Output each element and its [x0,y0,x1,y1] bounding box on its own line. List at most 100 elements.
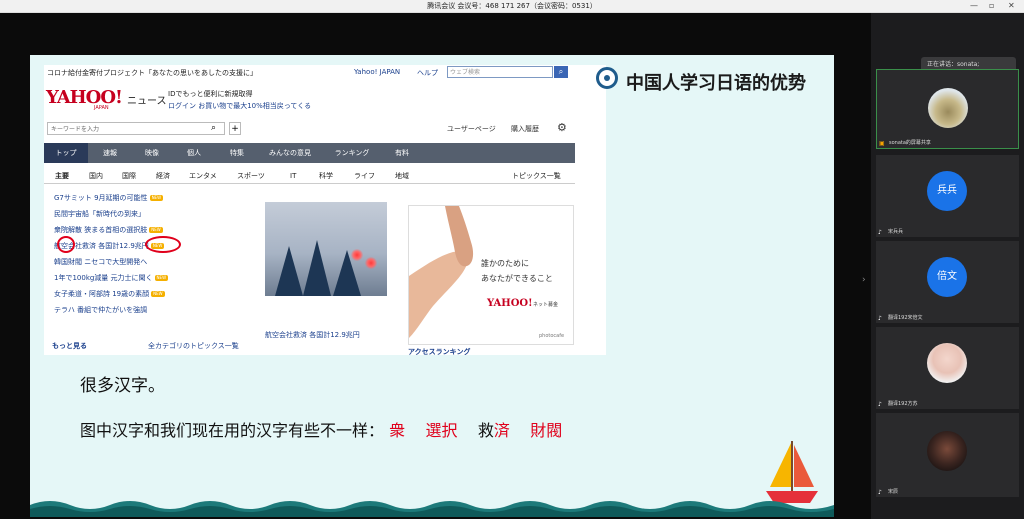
new-badge: NEW [149,227,163,233]
all-categories-link: 全カテゴリのトピックス一覧 [148,342,239,350]
tab-video: 映像 [145,149,159,157]
plane-tail [275,246,303,296]
avatar [927,343,967,383]
subtab-region: 地域 [395,172,409,180]
example-word: 財閥 [530,421,563,440]
yahoo-sub-nav: 主要 国内 国際 経済 エンタメ スポーツ IT 科学 ライフ 地域 トピックス… [44,169,575,184]
tab-feature: 特集 [230,149,244,157]
list-item: 1年で100kg減量 元力士に聞く NEW [54,274,169,282]
maximize-button[interactable]: ▫ [989,0,994,12]
meeting-title-bar: 腾讯会议 会议号：468 171 267（会议密码：0531） — ▫ ✕ [0,0,1024,13]
yahoo-japan-link: Yahoo! JAPAN [354,68,401,76]
participant-panel: 正在讲话：sonata; sonata的屏幕共享 ▣ 兵兵 宋兵兵 ♪ 倍文 翻… [871,13,1024,519]
subtab-main: 主要 [55,172,69,180]
participant-name: 宋辰 [888,489,899,495]
donation-banner: コロナ給付金寄付プロジェクト「あなたの思いをあしたの支援に」 [47,69,257,77]
participant-tile[interactable]: 翻译192方苏 ♪ [876,327,1019,409]
ad-yahoo-logo: YAHOO! [487,298,533,309]
ad-photo-credit: photocafe [539,333,565,339]
topics-list-link: トピックス一覧 [512,172,561,180]
photo-caption: 航空会社救済 各国計12.9兆円 [265,331,360,339]
search-icon: ⌕ [211,123,217,133]
list-item: G7サミット 9月延期の可能性 NEW [54,194,164,202]
web-search-input: ウェブ検索 [447,66,553,78]
example-word: 選択 [425,421,458,440]
tab-breaking: 速報 [103,149,117,157]
list-item: 民間宇宙船「新時代の到来」 [54,210,145,218]
participant-tile[interactable]: 宋辰 ♪ [876,413,1019,497]
tail-light [365,257,377,269]
search-icon: ⌕ [554,66,568,78]
participant-name: 翻译192宋倍文 [888,315,923,321]
screen-share-icon: ▣ [879,140,885,147]
subtab-life: ライフ [354,172,375,180]
list-item: テラハ 番組で仲たがいを強調 [54,306,148,314]
participant-tile[interactable]: sonata的屏幕共享 ▣ [876,69,1019,149]
yahoo-logo: YAHOO! [46,87,123,108]
subtab-domestic: 国内 [89,172,103,180]
mic-off-icon: ♪ [878,489,882,496]
tab-personal: 個人 [187,149,201,157]
plane-tail [303,240,331,296]
ad-line-1: 誰かのために [481,259,529,268]
annotation-circle [145,236,181,253]
shared-screen: コロナ給付金寄付プロジェクト「あなたの思いをあしたの支援に」 Yahoo! JA… [0,13,871,519]
new-badge: NEW [151,291,165,297]
subtab-it: IT [290,172,297,180]
tab-ranking: ランキング [334,149,370,157]
tab-opinions: みんなの意見 [269,149,311,157]
list-item: 女子柔道・阿部詩 19歳の素顔 NEW [54,290,165,298]
ad-net-donation: ネット募金 [533,302,559,308]
avatar [927,431,967,471]
participant-name: sonata的屏幕共享 [889,140,931,146]
more-link: もっと見る [52,342,87,350]
slide-line-1: 很多汉字。 [80,376,165,396]
subtab-entertainment: エンタメ [189,172,217,180]
annotation-circle [57,236,75,253]
gear-icon: ⚙ [557,121,567,134]
ad-line-2: あなたができること [481,274,553,283]
access-ranking-link: アクセスランキング [408,348,471,356]
subtab-science: 科学 [319,172,333,180]
help-link: ヘルプ [417,69,438,77]
list-item: 衆院解散 狭まる首相の選択肢 NEW [54,226,163,234]
presentation-slide: コロナ給付金寄付プロジェクト「あなたの思いをあしたの支援に」 Yahoo! JA… [30,55,834,517]
avatar [928,88,968,128]
participant-tile[interactable]: 倍文 翻译192宋倍文 ♪ [876,241,1019,323]
subtab-economy: 経済 [156,172,170,180]
tab-paid: 有料 [395,149,409,157]
meeting-title: 腾讯会议 会议号：468 171 267（会议密码：0531） [427,2,597,10]
avatar: 倍文 [927,257,967,297]
login-promo: ログイン お買い物で最大10%相当戻ってくる [168,102,312,110]
avatar: 兵兵 [927,171,967,211]
hands-image [409,206,474,338]
example-word: 衆 [389,421,406,440]
purchase-history-link: 購入履歴 [511,125,539,133]
example-word: 済 [493,421,510,440]
tab-top: トップ [44,143,88,163]
participant-tile[interactable]: 兵兵 宋兵兵 ♪ [876,155,1019,237]
yahoo-news-screenshot: コロナ給付金寄付プロジェクト「あなたの思いをあしたの支援に」 Yahoo! JA… [44,65,606,356]
yahoo-logo-sub: JAPAN [94,105,109,111]
list-item: 韓国財閥 ニセコで大型開発へ [54,258,148,266]
minimize-button[interactable]: — [970,0,978,12]
participant-name: 宋兵兵 [888,229,904,235]
plus-icon: + [229,122,241,135]
slide-title: 中国人学习日语的优势 [626,73,806,94]
mic-off-icon: ♪ [878,229,882,236]
participant-name: 翻译192方苏 [888,401,918,407]
donation-ad: 誰かのために あなたができること YAHOO! ネット募金 photocafe [408,205,574,345]
example-word: 救 [477,421,494,440]
news-label: ニュース [127,96,167,107]
yahoo-nav-bar: トップ 速報 映像 個人 特集 みんなの意見 ランキング 有料 [44,143,575,163]
news-photo [265,202,387,296]
close-button[interactable]: ✕ [1008,0,1015,12]
id-promo: IDでもっと便利に新規取得 [168,90,253,98]
waves-decoration [30,501,834,517]
mic-off-icon: ♪ [878,315,882,322]
new-badge: NEW [149,195,164,201]
chevron-right-icon[interactable]: › [862,275,866,285]
user-page-link: ユーザーページ [447,125,496,133]
keyword-input: キーワードを入力 [47,122,225,135]
mic-off-icon: ♪ [878,401,882,408]
